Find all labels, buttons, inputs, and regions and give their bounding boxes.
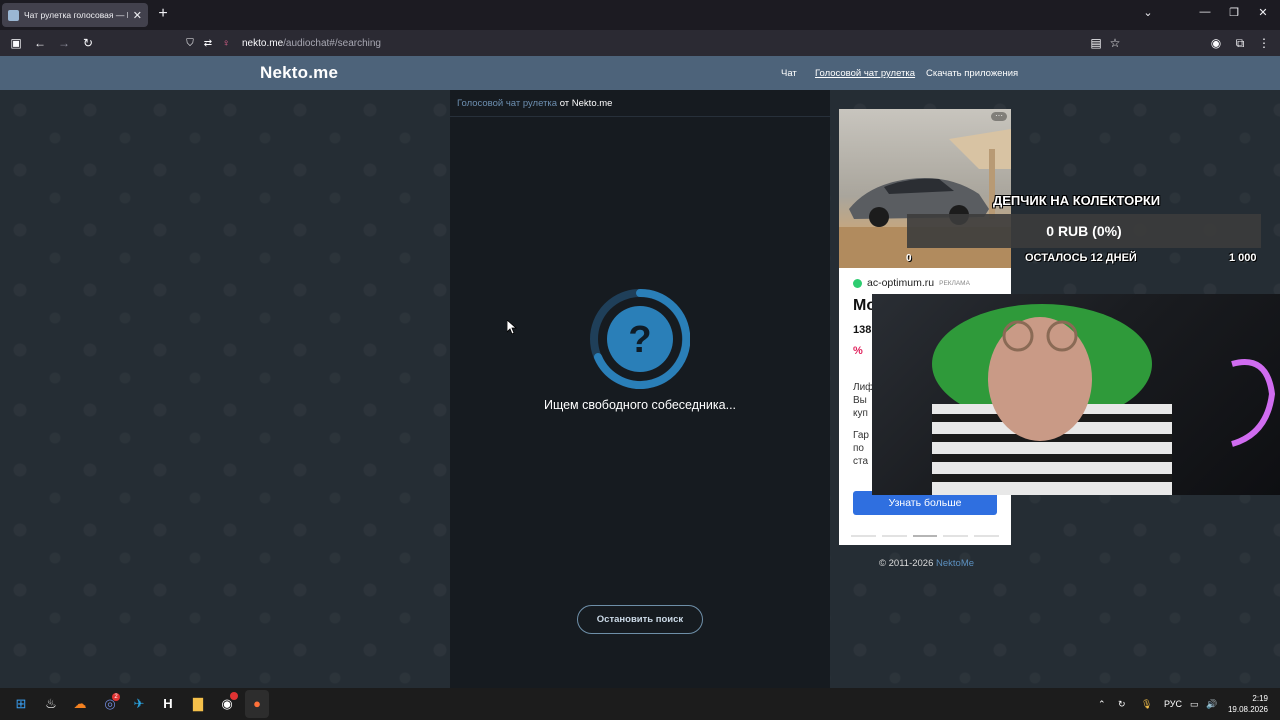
donation-goal-days-left: ОСТАЛОСЬ 12 ДНЕЙ [1025, 252, 1137, 264]
tab-title: Чат рулетка голосовая — Nekto.me [24, 10, 128, 20]
steam-icon[interactable]: ♨ [43, 696, 59, 712]
new-tab-button[interactable]: + [154, 5, 172, 23]
breadcrumb-divider [450, 116, 830, 117]
breadcrumb-suffix: от Nekto.me [557, 98, 613, 109]
shield-icon[interactable]: ⛉ [184, 38, 196, 49]
tab-favicon-icon [8, 9, 19, 21]
volume-icon[interactable]: 🔊 [1206, 699, 1217, 710]
breadcrumb-voice-chat-link[interactable]: Голосовой чат рулетка [457, 98, 557, 109]
firefox-icon[interactable]: ● [249, 696, 265, 712]
stop-search-button[interactable]: Остановить поиск [577, 605, 703, 634]
menu-icon[interactable]: ⋮ [1256, 35, 1272, 51]
close-window-icon[interactable]: ✕ [1254, 6, 1272, 19]
pager-dot[interactable] [943, 535, 969, 537]
breadcrumb: Голосовой чат рулетка от Nekto.me [457, 98, 612, 109]
obs-recording-badge [230, 692, 238, 700]
ad-text-line-2: Вы [853, 395, 867, 406]
taskbar: ⊞ ♨ ☁ ◎ 2 ✈ H ▇ ◉ [0, 688, 1280, 720]
hoyoplay-icon[interactable]: H [160, 696, 176, 712]
mouse-cursor-icon [507, 320, 517, 334]
pager-dot-active[interactable] [912, 535, 938, 537]
clock-time: 2:19 [1252, 694, 1268, 703]
ad-text-line-6: ста [853, 456, 869, 467]
reload-icon[interactable]: ↻ [80, 35, 96, 51]
searching-spinner-icon: ? [590, 289, 690, 389]
nav-voice-chat-link[interactable]: Голосовой чат рулетка [815, 68, 915, 79]
copyright-link[interactable]: NektoMe [936, 558, 974, 569]
ad-text-line-4: Гар [853, 430, 869, 441]
discord-notification-badge: 2 [112, 693, 120, 701]
account-icon[interactable]: ◉ [1208, 35, 1224, 51]
start-windows-icon[interactable]: ⊞ [13, 696, 29, 712]
spinner-question-mark: ? [628, 319, 651, 361]
nav-download-apps-link[interactable]: Скачать приложения [926, 68, 1018, 79]
address-bar[interactable]: ⛉ ⇄ ♀ nekto.me/audiochat#/searching [178, 33, 1128, 53]
ad-source[interactable]: ac-optimum.ru РЕКЛАМА [853, 277, 970, 289]
donation-goal-title: ДЕПЧИК НА КОЛЕКТОРКИ [993, 193, 1161, 208]
nav-chat-link[interactable]: Чат [781, 68, 797, 79]
pager-dot[interactable] [851, 535, 876, 537]
searching-status-text: Ищем свободного собеседника... [543, 398, 737, 412]
back-arrow-icon[interactable]: ← [32, 35, 48, 51]
ad-price: 138 [853, 324, 872, 336]
clock-date: 19.08.2026 [1227, 705, 1268, 714]
sidebar-toggle-icon[interactable]: ▣ [8, 35, 24, 51]
tray-microphone-icon[interactable]: 🎙 [1141, 699, 1152, 710]
site-logo[interactable]: Nekto.me [260, 63, 338, 83]
browser-nav-bar: ▣ ← → ↻ ⛉ ⇄ ♀ nekto.me/audiochat#/search… [0, 30, 1280, 56]
url-text[interactable]: nekto.me/audiochat#/searching [242, 38, 381, 49]
soundcloud-icon[interactable]: ☁ [72, 696, 88, 712]
pager-dot[interactable] [974, 535, 999, 537]
tray-sync-icon[interactable]: ↻ [1118, 699, 1126, 710]
maximize-icon[interactable]: ❐ [1225, 6, 1243, 19]
browser-tab[interactable]: Чат рулетка голосовая — Nekto.me ✕ [2, 3, 148, 27]
ad-text-line-5: по [853, 443, 864, 454]
ad-text-line-3: куп [853, 408, 868, 419]
bookmark-star-icon[interactable]: ☆ [1107, 35, 1123, 51]
webcam-feed [872, 294, 1280, 495]
donation-goal-start: 0 [906, 253, 912, 264]
pager-dot[interactable] [881, 535, 907, 537]
minimize-icon[interactable]: — [1196, 6, 1214, 18]
ad-options-icon[interactable]: ··· [991, 112, 1007, 121]
permissions-icon[interactable]: ⇄ [202, 38, 214, 49]
donation-goal-target: 1 000 [1229, 252, 1257, 264]
voice-chat-panel: Голосовой чат рулетка от Nekto.me ? Ищем… [450, 90, 830, 688]
tab-list-chevron-down-icon[interactable]: ⌄ [1139, 6, 1157, 19]
reader-view-icon[interactable]: ▤ [1088, 35, 1104, 51]
copyright: © 2011-2026 NektoMe [879, 558, 975, 569]
taskbar-clock[interactable]: 2:19 19.08.2026 [1218, 693, 1268, 715]
language-indicator[interactable]: РУС [1164, 699, 1182, 709]
ad-source-logo-icon [853, 278, 862, 288]
browser-tab-bar: Чат рулетка голосовая — Nekto.me ✕ + ⌄ —… [0, 0, 1280, 30]
ad-domain: ac-optimum.ru [867, 277, 935, 289]
ad-label: РЕКЛАМА [939, 279, 970, 287]
donation-goal-progress: 0 RUB (0%) [907, 214, 1261, 248]
ad-percent-icon: % [853, 345, 863, 357]
ad-text-line-1: Лиф [853, 382, 874, 393]
network-icon[interactable]: ▭ [1190, 699, 1199, 710]
file-explorer-icon[interactable]: ▇ [190, 696, 206, 712]
site-header: Nekto.me Чат Голосовой чат рулетка Скача… [0, 56, 1280, 90]
forward-arrow-icon[interactable]: → [56, 35, 72, 51]
close-tab-icon[interactable]: ✕ [133, 9, 142, 22]
extensions-icon[interactable]: ⧉ [1232, 35, 1248, 51]
webcam-illustration [932, 304, 1276, 495]
telegram-icon[interactable]: ✈ [131, 696, 147, 712]
microphone-icon[interactable]: ♀ [220, 38, 232, 49]
ad-carousel-pager [851, 535, 999, 537]
tray-overflow-chevron-icon[interactable]: ⌃ [1098, 699, 1106, 710]
